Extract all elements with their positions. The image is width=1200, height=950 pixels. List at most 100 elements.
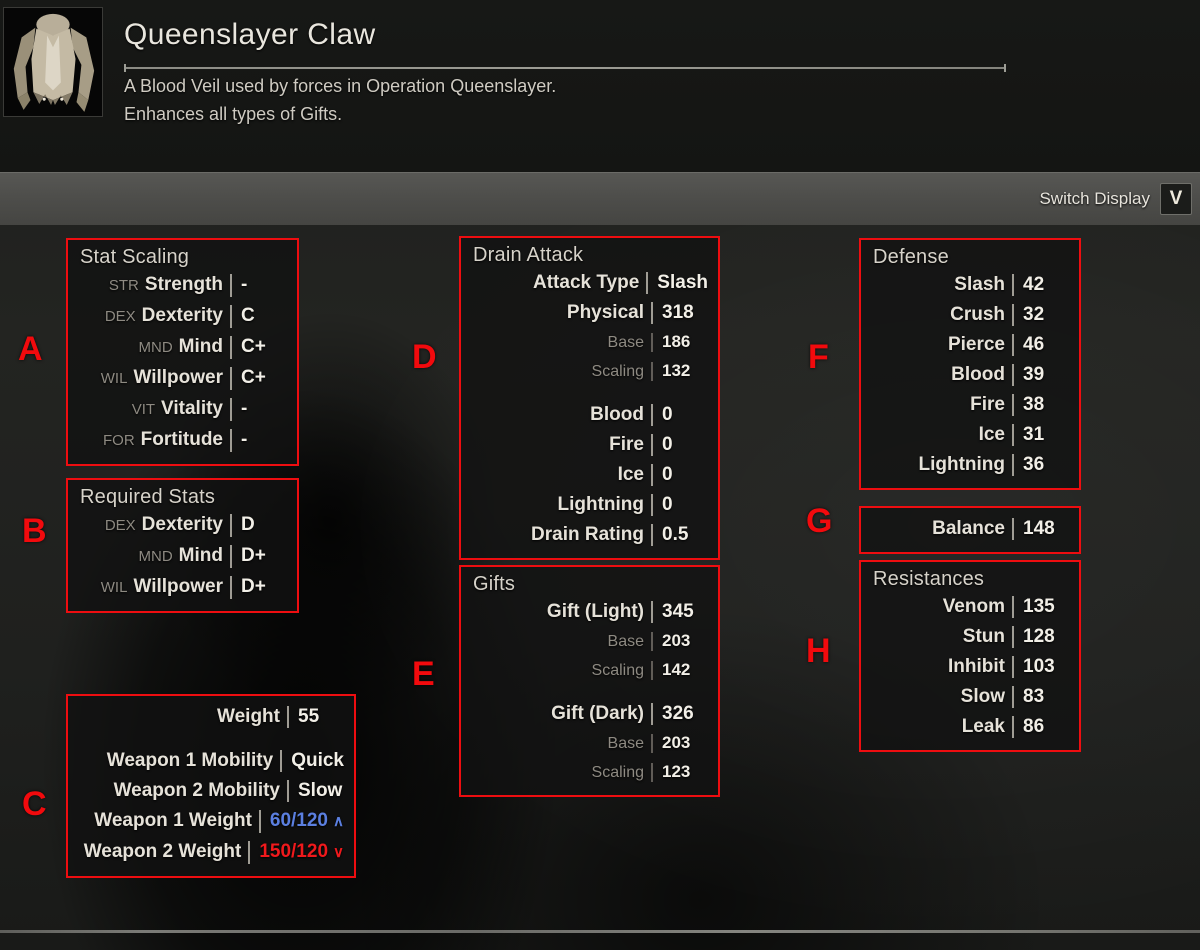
stat-row-value: 318 [662,302,694,323]
stat-row-label: Slash [954,274,1005,295]
stat-row: Scaling 132 [473,357,708,386]
item-title-wrap: Queenslayer Claw [124,16,1020,54]
stat-row-label: Base [607,735,644,752]
stat-row-abbr: STR [108,277,139,294]
stat-row: DEX Dexterity C [80,301,287,332]
annotation-letter-d: D [412,338,437,376]
row-separator [651,661,653,680]
row-separator [651,763,653,782]
row-separator [230,336,232,359]
stat-row: Crush 32 [873,300,1069,330]
row-separator [1012,686,1014,708]
stat-row-value: 203 [662,631,691,650]
stat-row: MND Mind C+ [80,332,287,363]
chevron-up-icon: ∧ [333,813,344,830]
row-separator [651,494,653,516]
stat-row: Attack Type Slash [473,268,708,298]
stat-row-label: MND Mind [138,545,224,566]
stat-row-label: Gift (Light) [546,601,644,622]
stat-row-label: VIT Vitality [131,398,223,419]
stat-row: WIL Willpower D+ [80,572,287,603]
row-separator [1012,424,1014,446]
drain-attack-rows: Attack Type Slash Physical 318 Base 186 Scalin… [473,268,708,550]
row-separator [651,601,653,623]
stat-row: Lightning 0 [473,490,708,520]
row-separator [651,302,653,324]
stat-row: Physical 318 [473,298,708,328]
gifts-panel: Gifts Gift (Light) 345 Base 203 Scaling 142 Gi… [459,565,720,797]
bottom-divider-line [0,930,1200,933]
item-description-line-1: A Blood Veil used by forces in Operation… [124,76,557,96]
stat-row: Gift (Dark) 326 [473,699,708,729]
annotation-letter-c: C [22,785,47,823]
stat-row-value: 128 [1023,626,1055,647]
stat-row-label: Scaling [591,764,644,781]
stat-row: Lightning 36 [873,450,1069,480]
row-separator [651,434,653,456]
stat-row-value: 46 [1023,334,1045,355]
stat-row: Blood 0 [473,400,708,430]
row-separator [230,576,232,599]
stat-row-label: WIL Willpower [100,367,223,388]
row-separator [651,703,653,725]
switch-display-bar[interactable]: Switch Display V [0,172,1200,225]
row-separator [651,362,653,381]
stat-row-label: Stun [962,626,1005,647]
gifts-title: Gifts [473,573,516,595]
row-separator [651,333,653,352]
stat-row-label: Blood [951,364,1005,385]
stat-row-value: 345 [662,601,694,622]
stat-row-label: STR Strength [108,274,223,295]
row-gap [80,732,344,746]
row-separator [1012,364,1014,386]
stat-row: Slash 42 [873,270,1069,300]
stat-row-value: C+ [241,367,266,388]
gifts-rows: Gift (Light) 345 Base 203 Scaling 142 Gift (Da… [473,597,708,787]
stat-row-abbr: DEX [104,308,136,325]
stat-row-value: - [241,429,248,450]
row-separator [230,545,232,568]
stat-row-value: 135 [1023,596,1055,617]
stat-scaling-rows: STR Strength - DEX Dexterity C MND Mind C+ WIL Wil… [80,270,287,456]
stat-row-value: 86 [1023,716,1045,737]
stat-row-label: Blood [590,404,644,425]
stat-row: STR Strength - [80,270,287,301]
stat-row-value: 0 [662,494,673,515]
stat-row: Slow 83 [873,682,1069,712]
weapon-rows: Weapon 1 Mobility Quick Weapon 2 Mobility S… [80,746,344,868]
stat-row: Weapon 1 Mobility Quick [80,746,344,776]
stat-row-label: Ice [617,464,644,485]
stat-row-value: 186 [662,332,691,351]
row-separator [1012,334,1014,356]
stat-row-abbr: WIL [100,370,128,387]
stat-row-label: Lightning [557,494,644,515]
row-separator [258,810,261,833]
stat-row: Stun 128 [873,622,1069,652]
balance-value: 148 [1023,518,1055,539]
blood-veil-coat-icon [3,7,103,117]
stat-row-label: Base [607,633,644,650]
stat-row-value: 0 [662,404,673,425]
stat-row-value: D+ [241,576,266,597]
stat-row: WIL Willpower C+ [80,363,287,394]
stat-row-abbr: FOR [103,432,135,449]
defense-panel: Defense Slash 42 Crush 32 Pierce 46 Blood 39 Fir… [859,238,1081,490]
stat-row-value: C+ [241,336,266,357]
row-separator [230,274,232,297]
resistances-title: Resistances [873,568,985,590]
row-balance: Balance 148 [873,514,1069,544]
row-gap [473,685,708,699]
stat-row-label: Inhibit [948,656,1005,677]
stat-row-label: Drain Rating [531,524,644,545]
stat-row: Drain Rating 0.5 [473,520,708,550]
stat-row-label: Venom [942,596,1005,617]
stat-row-label: Scaling [591,363,644,380]
row-separator [1012,454,1014,476]
stat-row-abbr: VIT [131,401,156,418]
stat-row-value: 31 [1023,424,1045,445]
stat-row-label: DEX Dexterity [104,514,223,535]
stat-row-value: 60/120 ∧ [269,810,344,831]
switch-display-key-button[interactable]: V [1160,183,1192,215]
stat-row-value: 0 [662,464,673,485]
row-separator [230,429,232,452]
